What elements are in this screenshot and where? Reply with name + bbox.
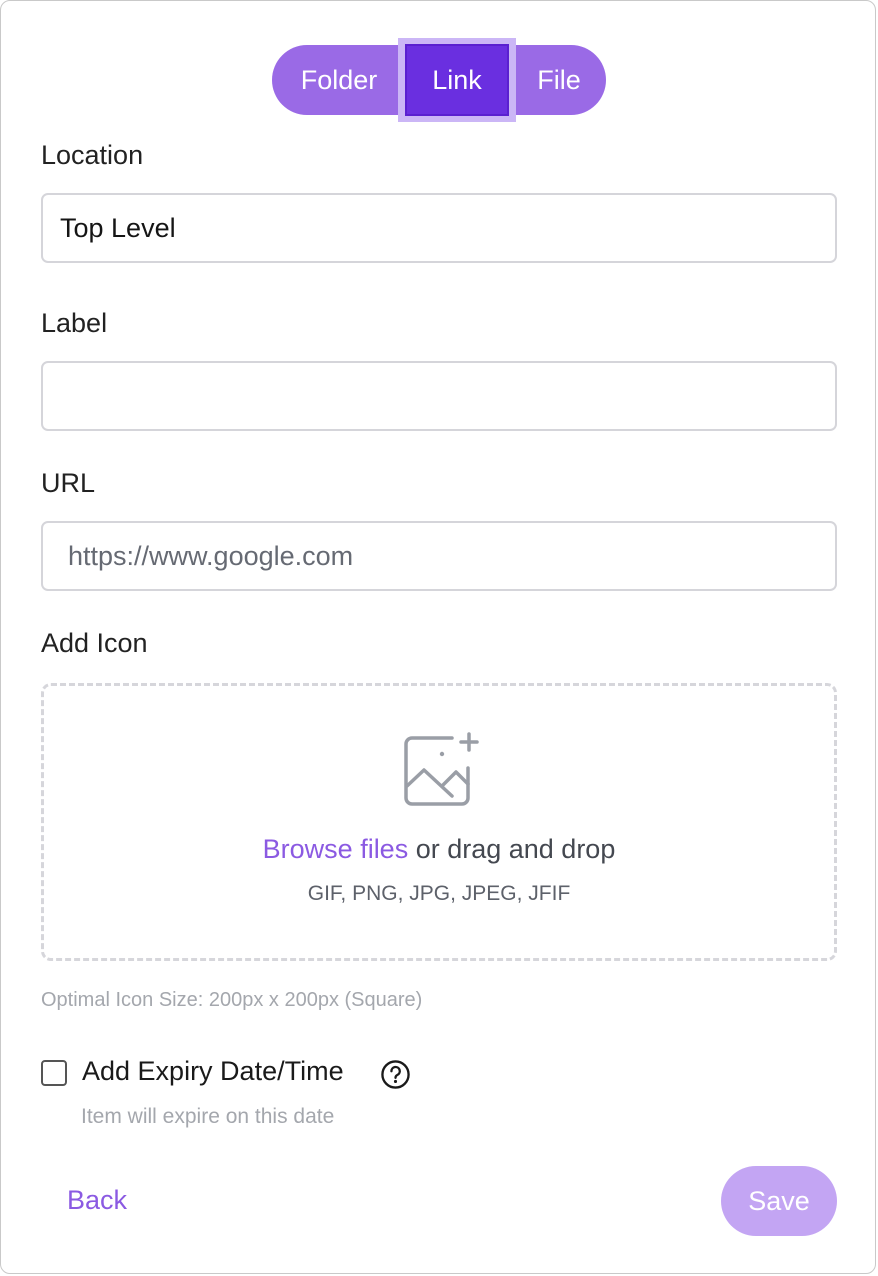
url-label: URL — [41, 468, 96, 498]
browse-line: Browse files or drag and drop — [44, 834, 834, 865]
expiry-checkbox[interactable] — [41, 1060, 67, 1086]
accepted-formats: GIF, PNG, JPG, JPEG, JFIF — [307, 882, 571, 905]
question-circle-icon[interactable] — [380, 1059, 411, 1090]
browse-files-link[interactable]: Browse files — [263, 834, 409, 864]
expiry-description: Item will expire on this date — [81, 1105, 335, 1128]
add-item-modal: Folder File Link Location Top Level Labe… — [0, 0, 876, 1274]
tab-link-focus-ring: Link — [398, 38, 516, 122]
tab-file[interactable]: File — [512, 45, 606, 115]
location-label: Location — [41, 140, 144, 170]
save-button[interactable]: Save — [721, 1166, 837, 1236]
location-select[interactable]: Top Level — [41, 193, 837, 263]
tab-link[interactable]: Link — [405, 44, 509, 116]
icon-dropzone[interactable]: Browse files or drag and drop GIF, PNG, … — [41, 683, 837, 961]
icon-size-hint: Optimal Icon Size: 200px x 200px (Square… — [41, 989, 423, 1011]
label-input[interactable] — [41, 361, 837, 431]
image-add-icon — [404, 732, 479, 806]
add-icon-label: Add Icon — [41, 628, 148, 658]
back-button[interactable]: Back — [67, 1185, 127, 1216]
label-label: Label — [41, 308, 108, 338]
type-tab-group: Folder File Link — [272, 38, 606, 122]
url-input[interactable]: https://www.google.com — [41, 521, 837, 591]
drag-drop-text: or drag and drop — [408, 834, 616, 864]
expiry-label: Add Expiry Date/Time — [82, 1056, 344, 1086]
tab-folder[interactable]: Folder — [272, 45, 406, 115]
